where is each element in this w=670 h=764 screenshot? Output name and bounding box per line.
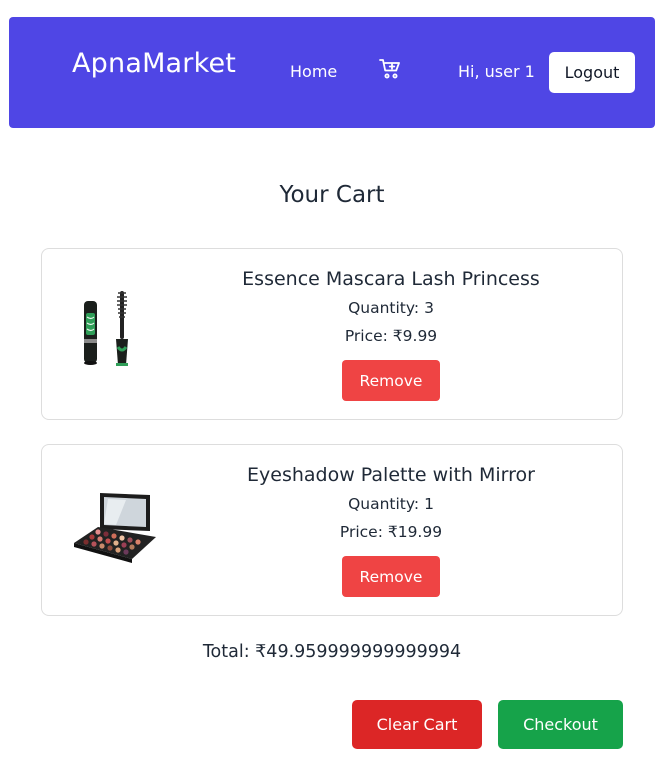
logout-button[interactable]: Logout	[549, 52, 635, 93]
cart-item: Essence Mascara Lash Princess Quantity: …	[41, 248, 623, 420]
item-quantity: Quantity: 1	[348, 495, 434, 513]
mascara-product-image	[70, 283, 158, 383]
nav-link-home[interactable]: Home	[290, 62, 337, 81]
item-name: Eyeshadow Palette with Mirror	[247, 464, 535, 486]
cart-total: Total: ₹49.959999999999994	[202, 642, 462, 662]
item-details: Eyeshadow Palette with Mirror Quantity: …	[202, 463, 580, 597]
remove-button[interactable]: Remove	[342, 556, 440, 597]
cart-plus-icon[interactable]	[378, 57, 402, 81]
page-title: Your Cart	[279, 182, 385, 208]
item-price: Price: ₹9.99	[344, 327, 438, 345]
eyeshadow-palette-product-image	[70, 481, 158, 581]
item-price: Price: ₹19.99	[339, 523, 443, 541]
remove-button[interactable]: Remove	[342, 360, 440, 401]
user-greeting: Hi, user 1	[458, 62, 535, 81]
item-quantity: Quantity: 3	[348, 299, 434, 317]
clear-cart-button[interactable]: Clear Cart	[352, 700, 482, 749]
checkout-button[interactable]: Checkout	[498, 700, 623, 749]
brand-logo[interactable]: ApnaMarket	[72, 48, 236, 79]
item-details: Essence Mascara Lash Princess Quantity: …	[202, 267, 580, 401]
cart-item: Eyeshadow Palette with Mirror Quantity: …	[41, 444, 623, 616]
item-name: Essence Mascara Lash Princess	[242, 268, 540, 290]
navbar: ApnaMarket Home Hi, user 1 Logout	[9, 17, 655, 128]
